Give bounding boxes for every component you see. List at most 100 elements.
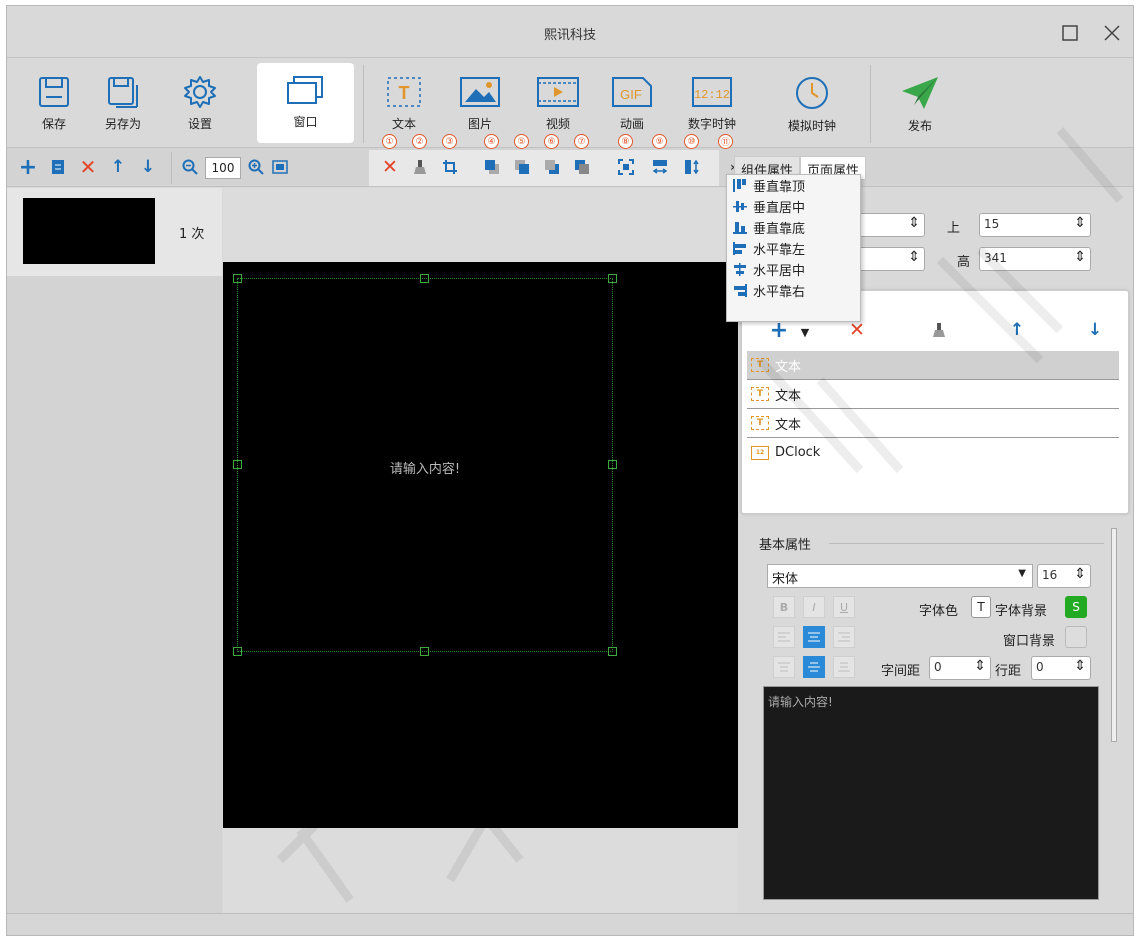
fit-button[interactable]	[269, 156, 291, 178]
list-item[interactable]: T 文本	[747, 380, 1119, 409]
clear-component-button[interactable]	[928, 319, 950, 341]
valign-middle-icon	[808, 662, 820, 672]
save-button[interactable]: 保存	[29, 67, 79, 143]
zoom-input[interactable]: 100	[205, 157, 241, 179]
video-icon	[537, 77, 579, 107]
resize-handle[interactable]	[608, 274, 617, 283]
font-bg-label: 字体背景	[995, 604, 1048, 619]
align-right-button[interactable]	[833, 626, 855, 648]
maximize-button[interactable]	[1057, 20, 1083, 46]
menu-item-align-right[interactable]: 水平靠右	[727, 280, 860, 301]
underline-button[interactable]: U	[833, 596, 855, 618]
height-spinner[interactable]: 341 ⇕	[979, 247, 1091, 271]
send-backward-button[interactable]	[541, 156, 563, 178]
font-bg-button[interactable]: S	[1065, 596, 1087, 618]
crop-icon	[443, 160, 457, 174]
zoom-out-button[interactable]	[179, 156, 201, 178]
valign-top-button[interactable]	[773, 656, 795, 678]
list-item[interactable]: 12 DClock	[747, 438, 1119, 467]
video-button[interactable]: 视频	[533, 67, 583, 143]
send-back-button[interactable]	[571, 156, 593, 178]
tool-number-badge: ①	[382, 134, 397, 149]
menu-item-align-vcenter[interactable]: 垂直居中	[727, 196, 860, 217]
italic-button[interactable]: I	[803, 596, 825, 618]
tool-number-badge: ⑨	[652, 134, 667, 149]
font-color-label: 字体色	[919, 604, 959, 619]
menu-item-label: 垂直靠顶	[753, 180, 806, 195]
clear-button[interactable]	[409, 156, 431, 178]
font-select[interactable]: 宋体 ▼	[767, 564, 1033, 588]
analog-clock-button[interactable]: 模拟时钟	[777, 67, 847, 143]
layer-back-icon	[575, 160, 589, 174]
copy-button[interactable]	[47, 156, 69, 178]
scrollbar[interactable]	[1111, 528, 1117, 742]
text-button[interactable]: T 文本	[379, 67, 429, 143]
align-left-icon	[733, 242, 746, 255]
valign-bottom-button[interactable]	[833, 656, 855, 678]
bring-front-button[interactable]	[481, 156, 503, 178]
align-center-button[interactable]	[803, 626, 825, 648]
picture-icon	[460, 77, 500, 107]
window-bg-button[interactable]	[1065, 626, 1087, 648]
menu-item-align-top[interactable]: 垂直靠顶	[727, 175, 860, 196]
bring-forward-button[interactable]	[511, 156, 533, 178]
valign-top-icon	[778, 662, 790, 672]
add-component-icon[interactable]: +	[768, 318, 790, 343]
line-spacing-spinner[interactable]: 0 ⇕	[1031, 656, 1091, 680]
picture-button[interactable]: 图片	[455, 67, 505, 143]
settings-button[interactable]: 设置	[175, 67, 225, 143]
resize-handle[interactable]	[420, 274, 429, 283]
char-spacing-value: 0	[934, 660, 942, 674]
brush-icon	[933, 323, 945, 337]
window-button[interactable]: 窗口	[257, 63, 354, 143]
fullscreen-button[interactable]	[615, 156, 637, 178]
font-color-button[interactable]: T	[971, 596, 991, 618]
move-up-icon[interactable]: ↑	[1006, 319, 1028, 341]
window-title: 熙讯科技	[543, 28, 596, 43]
digital-clock-button[interactable]: 12:12 数字时钟	[677, 67, 747, 143]
basic-properties: 基本属性 宋体 ▼ 16 ⇕ B I U 字体色 T 字体背景 S 窗口背景 字间距…	[759, 528, 1117, 908]
basic-properties-title: 基本属性	[759, 538, 812, 553]
tool-number-badge: ⑧	[618, 134, 633, 149]
delete-icon[interactable]: ✕	[77, 155, 99, 179]
move-up-icon[interactable]: ↑	[107, 156, 129, 178]
fit-height-button[interactable]	[681, 156, 703, 178]
layer-name: DClock	[775, 445, 821, 460]
char-spacing-spinner[interactable]: 0 ⇕	[929, 656, 991, 680]
align-left-button[interactable]	[773, 626, 795, 648]
menu-item-align-hcenter[interactable]: 水平居中	[727, 259, 860, 280]
text-icon: T	[387, 77, 421, 107]
move-down-icon[interactable]: ↓	[137, 156, 159, 178]
fit-width-button[interactable]	[649, 156, 671, 178]
delete-component-icon[interactable]: ✕	[379, 156, 401, 178]
crop-button[interactable]	[439, 156, 461, 178]
layer-forward-icon	[515, 160, 529, 174]
close-button[interactable]	[1099, 20, 1125, 46]
video-label: 视频	[545, 117, 570, 131]
resize-handle[interactable]	[233, 647, 242, 656]
program-item[interactable]: 1 次	[7, 188, 222, 276]
publish-button[interactable]: 发布	[895, 67, 945, 143]
resize-handle[interactable]	[420, 647, 429, 656]
zoom-in-button[interactable]	[245, 156, 267, 178]
bold-button[interactable]: B	[773, 596, 795, 618]
valign-middle-button[interactable]	[803, 656, 825, 678]
save-as-button[interactable]: 另存为	[93, 67, 153, 143]
resize-handle[interactable]	[233, 274, 242, 283]
delete-component-icon[interactable]: ✕	[846, 319, 868, 341]
analog-clock-label: 模拟时钟	[787, 119, 836, 133]
component-list-panel: + ▼ ✕ ↑ ↓ T 文本 T 文本 T 文本 12 DClock	[741, 290, 1129, 514]
top-spinner[interactable]: 15 ⇕	[979, 213, 1091, 237]
add-icon[interactable]: +	[17, 155, 39, 180]
list-item[interactable]: T 文本	[747, 351, 1119, 380]
animation-button[interactable]: GIF 动画	[607, 67, 657, 143]
resize-handle[interactable]	[608, 647, 617, 656]
move-down-icon[interactable]: ↓	[1084, 319, 1106, 341]
content-textarea[interactable]: 请输入内容!	[763, 686, 1099, 900]
list-item[interactable]: T 文本	[747, 409, 1119, 438]
chevron-down-icon[interactable]: ▼	[794, 321, 816, 343]
layer-name: 文本	[775, 359, 802, 375]
menu-item-align-bottom[interactable]: 垂直靠底	[727, 217, 860, 238]
font-size-spinner[interactable]: 16 ⇕	[1037, 564, 1091, 588]
menu-item-align-left[interactable]: 水平靠左	[727, 238, 860, 259]
